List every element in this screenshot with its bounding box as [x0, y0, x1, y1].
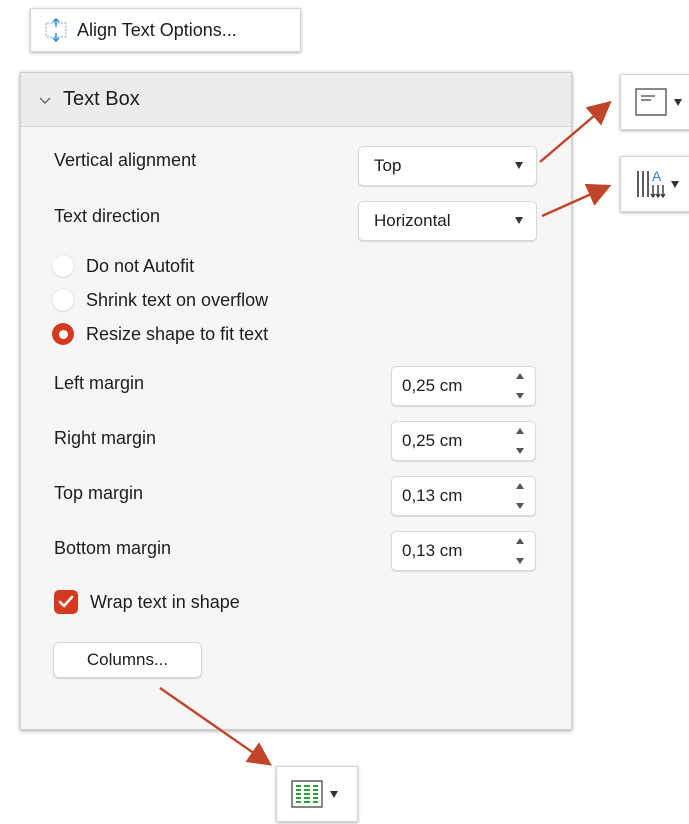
columns-toolbar-button[interactable]: [276, 766, 358, 822]
vertical-alignment-label: Vertical alignment: [54, 150, 197, 170]
radio-button-selected[interactable]: [52, 323, 74, 345]
right-margin-stepper[interactable]: 0,25 cm: [391, 421, 536, 461]
left-margin-value: 0,25 cm: [402, 376, 463, 395]
svg-text:A: A: [652, 168, 662, 184]
radio-label: Resize shape to fit text: [86, 323, 269, 344]
caret-down-icon: [515, 162, 523, 169]
caret-down-icon: [671, 180, 679, 188]
text-direction-dropdown[interactable]: Horizontal: [358, 201, 537, 241]
radio-label: Shrink text on overflow: [86, 289, 269, 310]
bottom-margin-stepper[interactable]: 0,13 cm: [391, 531, 536, 571]
top-margin-value: 0,13 cm: [402, 486, 463, 505]
chevron-down-icon: [37, 92, 53, 108]
text-box-section-header[interactable]: Text Box: [21, 73, 571, 127]
radio-button[interactable]: [52, 289, 74, 311]
align-text-options-label: Align Text Options...: [77, 19, 237, 40]
columns-button-label: Columns...: [86, 650, 169, 669]
wrap-text-label: Wrap text in shape: [90, 591, 240, 612]
caret-down-icon: [674, 98, 682, 106]
right-margin-label: Right margin: [54, 428, 157, 448]
left-margin-label: Left margin: [54, 373, 145, 393]
top-margin-stepper[interactable]: 0,13 cm: [391, 476, 536, 516]
wrap-text-checkbox-row[interactable]: Wrap text in shape: [54, 590, 240, 614]
text-direction-label: Text direction: [54, 206, 161, 226]
text-direction-value: Horizontal: [374, 211, 451, 230]
caret-down-icon: [515, 217, 523, 224]
align-text-icon: [45, 18, 67, 42]
radio-button[interactable]: [52, 255, 74, 277]
stepper-arrows-icon[interactable]: [513, 428, 527, 454]
caret-down-icon: [330, 790, 338, 798]
align-text-toolbar-button[interactable]: [620, 74, 689, 130]
radio-shrink-text[interactable]: Shrink text on overflow: [52, 289, 268, 311]
stepper-arrows-icon[interactable]: [513, 373, 527, 399]
columns-button[interactable]: Columns...: [53, 642, 202, 678]
checkbox-checked[interactable]: [54, 590, 78, 614]
text-direction-icon: A: [637, 168, 666, 199]
section-title: Text Box: [63, 88, 140, 110]
align-text-top-icon: [635, 88, 667, 116]
bottom-margin-label: Bottom margin: [54, 538, 172, 558]
bottom-margin-value: 0,13 cm: [402, 541, 463, 560]
radio-label: Do not Autofit: [86, 255, 195, 276]
vertical-alignment-value: Top: [374, 156, 402, 175]
columns-icon: [291, 780, 323, 808]
text-direction-toolbar-button[interactable]: A: [620, 156, 689, 212]
left-margin-stepper[interactable]: 0,25 cm: [391, 366, 536, 406]
vertical-alignment-dropdown[interactable]: Top: [358, 146, 537, 186]
right-margin-value: 0,25 cm: [402, 431, 463, 450]
align-text-options-button[interactable]: Align Text Options...: [30, 8, 301, 52]
stepper-arrows-icon[interactable]: [513, 538, 527, 564]
radio-do-not-autofit[interactable]: Do not Autofit: [52, 255, 194, 277]
radio-resize-shape[interactable]: Resize shape to fit text: [52, 323, 268, 345]
stepper-arrows-icon[interactable]: [513, 483, 527, 509]
checkmark-icon: [58, 595, 74, 608]
top-margin-label: Top margin: [54, 483, 144, 503]
